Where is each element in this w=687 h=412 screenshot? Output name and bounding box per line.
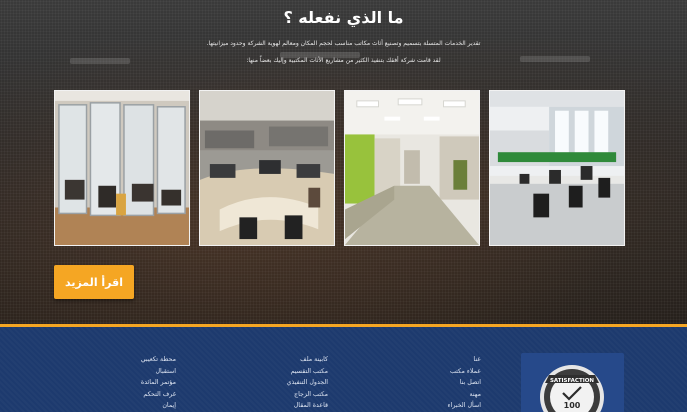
footer-link-contact[interactable]: اتصل بنا	[448, 377, 481, 389]
footer-link-about[interactable]: عنا	[448, 354, 481, 366]
section-description-line2: لقد قامت شركة أفقك بتنفيذ الكثير من مشار…	[246, 57, 441, 64]
office-corridor-photo[interactable]	[344, 90, 480, 246]
footer-link-cubicle-station[interactable]: محطة تكعيبي	[141, 354, 176, 366]
footer-links-products: كابينة ملف مكتب التقسيم الجدول التنفيذي …	[287, 354, 328, 412]
section-description-line1: تقدير الخدمات المتسلة بتسميم وتصنيع أثاث…	[206, 40, 481, 47]
footer-link-iman[interactable]: إيمان	[141, 400, 176, 412]
footer-link-partition-desk[interactable]: مكتب التقسيم	[287, 366, 328, 378]
footer-link-conference-table[interactable]: مؤتمر المائدة	[141, 377, 176, 389]
footer-link-careers[interactable]: مهنة	[448, 389, 481, 401]
satisfaction-badge-box: SATISFACTION 100	[521, 353, 624, 412]
footer-link-control-rooms[interactable]: غرف التحكم	[141, 389, 176, 401]
badge-number: 100	[564, 401, 581, 410]
glass-partition-office-photo[interactable]	[54, 90, 190, 246]
footer-links-company: عنا عملاء مكتب اتصل بنا مهنة اسأل الخبرا…	[448, 354, 481, 412]
section-title: ما الذي نفعله ؟	[283, 8, 404, 27]
bright-office-desks-photo[interactable]	[489, 90, 625, 246]
badge-top-text: SATISFACTION	[550, 378, 594, 384]
footer-link-executive-table[interactable]: الجدول التنفيذي	[287, 377, 328, 389]
open-plan-workstations-photo[interactable]	[199, 90, 335, 246]
footer-link-glass-desk[interactable]: مكتب الزجاج	[287, 389, 328, 401]
satisfaction-badge-icon: SATISFACTION 100	[540, 365, 604, 412]
footer-link-clients[interactable]: عملاء مكتب	[448, 366, 481, 378]
projects-gallery	[54, 90, 627, 246]
footer-links-solutions: محطة تكعيبي استقبال مؤتمر المائدة غرف ال…	[141, 354, 176, 412]
footer-link-article-base[interactable]: قاعدة المقال	[287, 400, 328, 412]
hero-section: ما الذي نفعله ؟ تقدير الخدمات المتسلة بت…	[0, 0, 687, 325]
read-more-button[interactable]: اقرأ المزيد	[54, 265, 134, 299]
footer: عنا عملاء مكتب اتصل بنا مهنة اسأل الخبرا…	[0, 327, 687, 412]
footer-link-file-cabinet[interactable]: كابينة ملف	[287, 354, 328, 366]
footer-link-ask-experts[interactable]: اسأل الخبراء	[448, 400, 481, 412]
footer-link-reception[interactable]: استقبال	[141, 366, 176, 378]
